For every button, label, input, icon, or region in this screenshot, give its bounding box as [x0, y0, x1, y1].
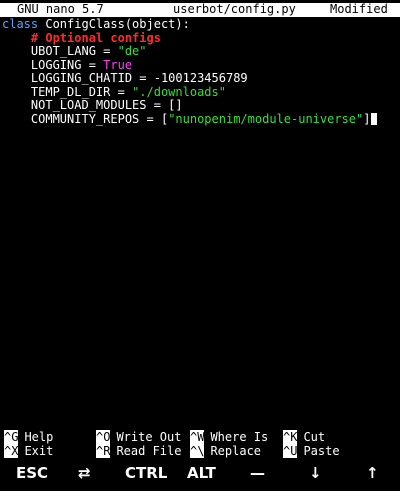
shortcut-write-out[interactable]: ^O Write Out — [96, 430, 181, 445]
var-ubot-lang: UBOT_LANG = — [30, 44, 118, 58]
shortcut-exit[interactable]: ^X Exit — [4, 443, 53, 459]
code-line-3: UBOT_LANG = "de" — [2, 44, 398, 59]
nano-title-bar: GNU nano 5.7 userbot/config.py Modified — [0, 2, 400, 17]
var-not-load-modules: NOT_LOAD_MODULES = [] — [30, 98, 183, 112]
code-line-8: COMMUNITY_REPOS = ["nunopenim/module-uni… — [2, 111, 398, 127]
var-logging: LOGGING = — [30, 57, 104, 72]
shortcut-paste[interactable]: ^U Paste — [283, 443, 340, 459]
class-declaration: ConfigClass(object): — [38, 17, 190, 31]
bracket-close: ] — [363, 111, 371, 126]
var-temp-dl-dir: TEMP_DL_DIR = — [30, 84, 133, 99]
shortcut-replace[interactable]: ^\ Replace — [190, 443, 261, 459]
string-value: "./downloads" — [132, 84, 226, 99]
tab-key-icon[interactable]: ⇄ — [78, 466, 91, 481]
code-line-6: TEMP_DL_DIR = "./downloads" — [2, 84, 398, 100]
class-keyword: class — [2, 17, 39, 31]
shortcut-where-is[interactable]: ^W Where Is — [190, 430, 268, 445]
alt-key[interactable]: ALT — [187, 466, 216, 481]
arrow-up-icon[interactable]: ↑ — [366, 466, 379, 481]
string-value: "de" — [117, 44, 147, 58]
modified-status: Modified — [330, 2, 388, 16]
arrow-down-icon[interactable]: ↓ — [309, 466, 322, 481]
code-line-1: class ConfigClass(object): — [2, 17, 398, 32]
boolean-value: True — [103, 57, 133, 72]
editor-area[interactable]: class ConfigClass(object): # Optional co… — [2, 17, 398, 127]
code-line-5: LOGGING_CHATID = -100123456789 — [2, 71, 398, 86]
file-name: userbot/config.py — [173, 2, 296, 16]
code-line-4: LOGGING = True — [2, 57, 398, 73]
string-value: "nunopenim/module-universe" — [168, 111, 364, 126]
var-logging-chatid: LOGGING_CHATID = -100123456789 — [30, 71, 248, 85]
esc-key[interactable]: ESC — [16, 466, 48, 481]
comment: # Optional configs — [30, 30, 161, 45]
shortcut-read-file[interactable]: ^R Read File — [96, 443, 181, 459]
app-version: GNU nano 5.7 — [17, 2, 104, 16]
code-line-7: NOT_LOAD_MODULES = [] — [2, 98, 398, 113]
ctrl-key[interactable]: CTRL — [125, 466, 167, 481]
extra-keys-bar: ESC ⇄ CTRL ALT — ↓ ↑ — [0, 461, 400, 491]
shortcut-cut[interactable]: ^K Cut — [283, 430, 325, 445]
shortcut-help-bar: ^G Help ^X Exit ^O Write Out ^R Read File ^W… — [0, 430, 400, 459]
code-line-2: # Optional configs — [2, 30, 398, 46]
shortcut-help[interactable]: ^G Help — [4, 430, 53, 445]
dash-key[interactable]: — — [250, 466, 265, 481]
var-community-repos: COMMUNITY_REPOS = [ — [30, 111, 169, 126]
text-cursor — [370, 112, 377, 125]
